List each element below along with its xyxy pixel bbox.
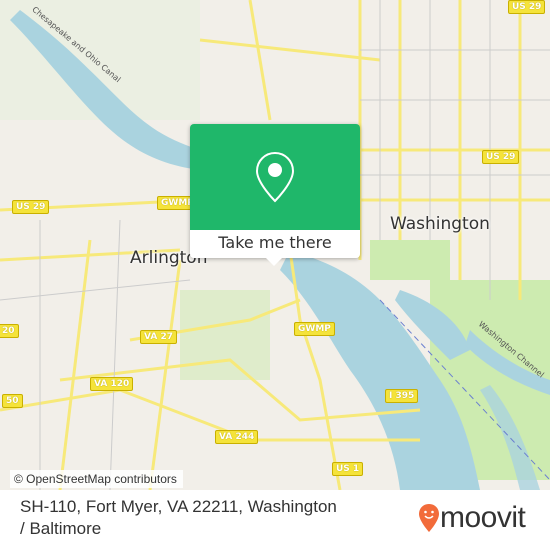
- popup-header: [190, 124, 360, 230]
- brand-name: moovit: [440, 501, 526, 534]
- city-label-washington: Washington: [390, 214, 490, 234]
- shield-us1: US 1: [332, 462, 364, 476]
- moovit-pin-icon: [419, 504, 439, 532]
- shield-i395: I 395: [385, 389, 419, 403]
- moovit-logo: moovit: [418, 501, 526, 534]
- address-text: SH-110, Fort Myer, VA 22211, Washington …: [20, 497, 337, 538]
- shield-us29: US 29: [482, 150, 520, 164]
- shield-va27: VA 27: [140, 330, 177, 344]
- shield-va244: VA 244: [215, 430, 259, 444]
- shield-va120: VA 120: [90, 377, 134, 391]
- popup-pointer: [266, 258, 282, 266]
- shield-gwmp: GWMP: [294, 322, 335, 336]
- shield-us29: US 29: [12, 200, 50, 214]
- location-popup: Take me there: [190, 124, 360, 266]
- shield-20: 20: [0, 324, 19, 338]
- attribution[interactable]: © OpenStreetMap contributors: [10, 470, 183, 488]
- shield-50: 50: [2, 394, 23, 408]
- shield-us29: US 29: [508, 0, 546, 14]
- take-me-there-button[interactable]: Take me there: [190, 230, 360, 258]
- map-pin-icon: [255, 151, 295, 203]
